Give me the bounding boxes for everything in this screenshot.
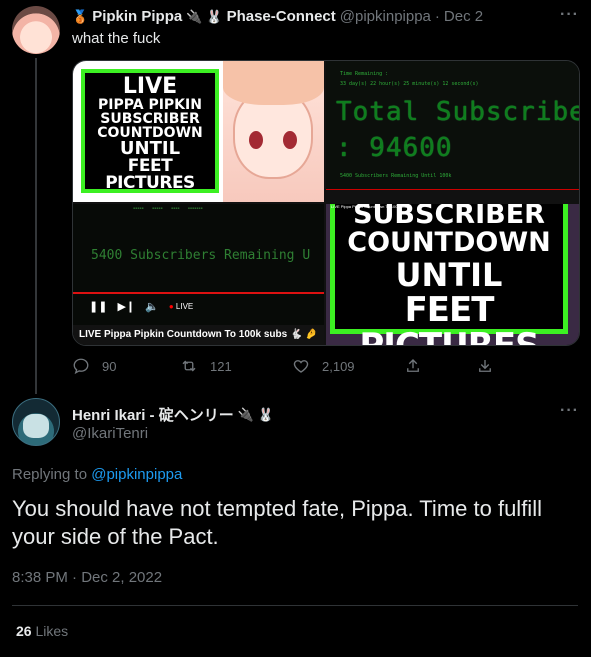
main-more-button[interactable]: ··· <box>560 402 579 420</box>
rabbit-icon: 🐰 <box>206 8 223 24</box>
parent-date[interactable]: Dec 2 <box>444 8 483 25</box>
parent-handle[interactable]: @pipkinpippa <box>340 8 431 25</box>
time-remaining-label: Time Remaining : <box>340 71 389 77</box>
like-button[interactable]: 2,109 <box>292 357 404 375</box>
anime-character-illustration <box>223 61 324 202</box>
card-line: LIVE <box>122 74 178 99</box>
countdown-title-card: SUBSCRIBER COUNTDOWN UNTIL FEET PICTURES <box>330 204 568 345</box>
thread-line <box>35 58 37 394</box>
video-title-caption: LIVE Pippa Pipkin Countdown To 100k subs… <box>73 325 324 345</box>
skip-next-icon[interactable]: ▶❙ <box>117 300 135 313</box>
pause-icon[interactable]: ❚❚ <box>89 300 107 313</box>
volume-icon[interactable]: 🔈 <box>145 300 159 313</box>
character-eye <box>249 131 263 149</box>
share-icon <box>407 359 419 372</box>
retweet-count: 121 <box>210 358 232 374</box>
parent-affiliation[interactable]: Phase-Connect <box>227 8 336 25</box>
download-button[interactable] <box>476 357 494 375</box>
heart-icon <box>293 360 309 373</box>
replying-to-line: Replying to @pipkinpippa <box>12 466 182 483</box>
card-line: PIPPA PIPKIN <box>98 97 202 113</box>
card-line: FEET PICTURES <box>105 156 195 193</box>
replying-to-prefix: Replying to <box>12 466 88 483</box>
parent-action-bar: 90 121 2,109 <box>72 357 552 375</box>
main-display-name[interactable]: Henri Ikari - 碇ヘンリー <box>72 404 234 425</box>
likes-count: 26 <box>16 623 32 639</box>
divider <box>12 605 578 606</box>
card-line: UNTIL <box>395 256 503 294</box>
live-badge: LIVE <box>175 302 194 311</box>
total-subscribers-title: Total Subscribers <box>336 97 579 127</box>
main-avatar[interactable] <box>12 398 60 446</box>
parent-display-name[interactable]: Pipkin Pippa <box>92 8 182 25</box>
remaining-subs-line: 5400 Subscribers Remaining Until 100k <box>340 173 452 179</box>
live-title-card: LIVE PIPPA PIPKIN SUBSCRIBER COUNTDOWN U… <box>81 69 219 193</box>
remaining-subs-large-text: 5400 Subscribers Remaining U <box>91 248 311 263</box>
time-remaining-value: 33 day(s) 22 hour(s) 25 minute(s) 12 sec… <box>340 81 479 87</box>
reply-icon <box>73 358 89 375</box>
media-image-1[interactable]: LIVE PIPPA PIPKIN SUBSCRIBER COUNTDOWN U… <box>73 61 324 202</box>
media-image-4[interactable]: SUBSCRIBER COUNTDOWN UNTIL FEET PICTURES… <box>326 204 579 345</box>
media-image-3[interactable]: ▪▪▪▪▪ ▪▪▪▪▪ ▪▪▪▪ ▪▪▪▪▪▪▪ 5400 Subscriber… <box>73 204 324 345</box>
plug-icon: 🔌 <box>186 8 203 24</box>
card-line: FEET PICTURES <box>359 290 539 345</box>
card-line: COUNTDOWN <box>347 227 551 258</box>
download-icon <box>479 360 491 372</box>
video-progress-bar[interactable] <box>73 292 324 294</box>
parent-tweet-text: what the fuck <box>72 30 161 47</box>
live-dot-icon: ● <box>168 302 174 311</box>
video-control-bar <box>326 189 579 202</box>
separator-dot: · <box>434 8 440 25</box>
video-controls: ❚❚ ▶❙ 🔈 ● LIVE <box>89 300 193 313</box>
avatar-face <box>23 414 49 438</box>
character-eye <box>283 131 297 149</box>
parent-avatar[interactable] <box>12 6 60 54</box>
plug-icon: 🔌 <box>237 406 254 422</box>
main-tweet-text: You should have not tempted fate, Pippa.… <box>12 496 542 549</box>
terminal-dots: ▪▪▪▪▪ ▪▪▪▪▪ ▪▪▪▪ ▪▪▪▪▪▪▪ <box>133 206 203 212</box>
medal-icon: 🥉 <box>72 8 89 24</box>
media-image-2[interactable]: Time Remaining : 33 day(s) 22 hour(s) 25… <box>326 61 579 202</box>
replying-to-handle-link[interactable]: @pipkinpippa <box>91 466 182 483</box>
tweet-timestamp[interactable]: 8:38 PM · Dec 2, 2022 <box>12 569 162 586</box>
likes-summary[interactable]: 26 Likes <box>16 623 68 639</box>
card-line: SUBSCRIBER <box>100 111 200 127</box>
image4-top-caption: LIVE Pippa Pipkin Countdown To 100k subs <box>331 204 409 209</box>
like-count: 2,109 <box>322 358 355 374</box>
rabbit-icon: 🐰 <box>257 406 275 422</box>
parent-tweet-header: 🥉 Pipkin Pippa 🔌 🐰 Phase-Connect @pipkin… <box>72 8 483 25</box>
reply-button[interactable]: 90 <box>72 357 180 375</box>
character-hair <box>223 61 324 105</box>
total-subscribers-value: : 94600 <box>336 133 453 163</box>
tweet-media-grid[interactable]: LIVE PIPPA PIPKIN SUBSCRIBER COUNTDOWN U… <box>72 60 580 346</box>
main-tweet-header: Henri Ikari - 碇ヘンリー 🔌 🐰 <box>72 404 274 425</box>
share-button[interactable] <box>404 357 476 375</box>
likes-label: Likes <box>35 623 69 639</box>
main-handle[interactable]: @IkariTenri <box>72 425 148 442</box>
retweet-icon <box>182 360 196 372</box>
reply-count: 90 <box>102 358 117 374</box>
parent-more-button[interactable]: ··· <box>560 6 579 24</box>
retweet-button[interactable]: 121 <box>180 357 292 375</box>
